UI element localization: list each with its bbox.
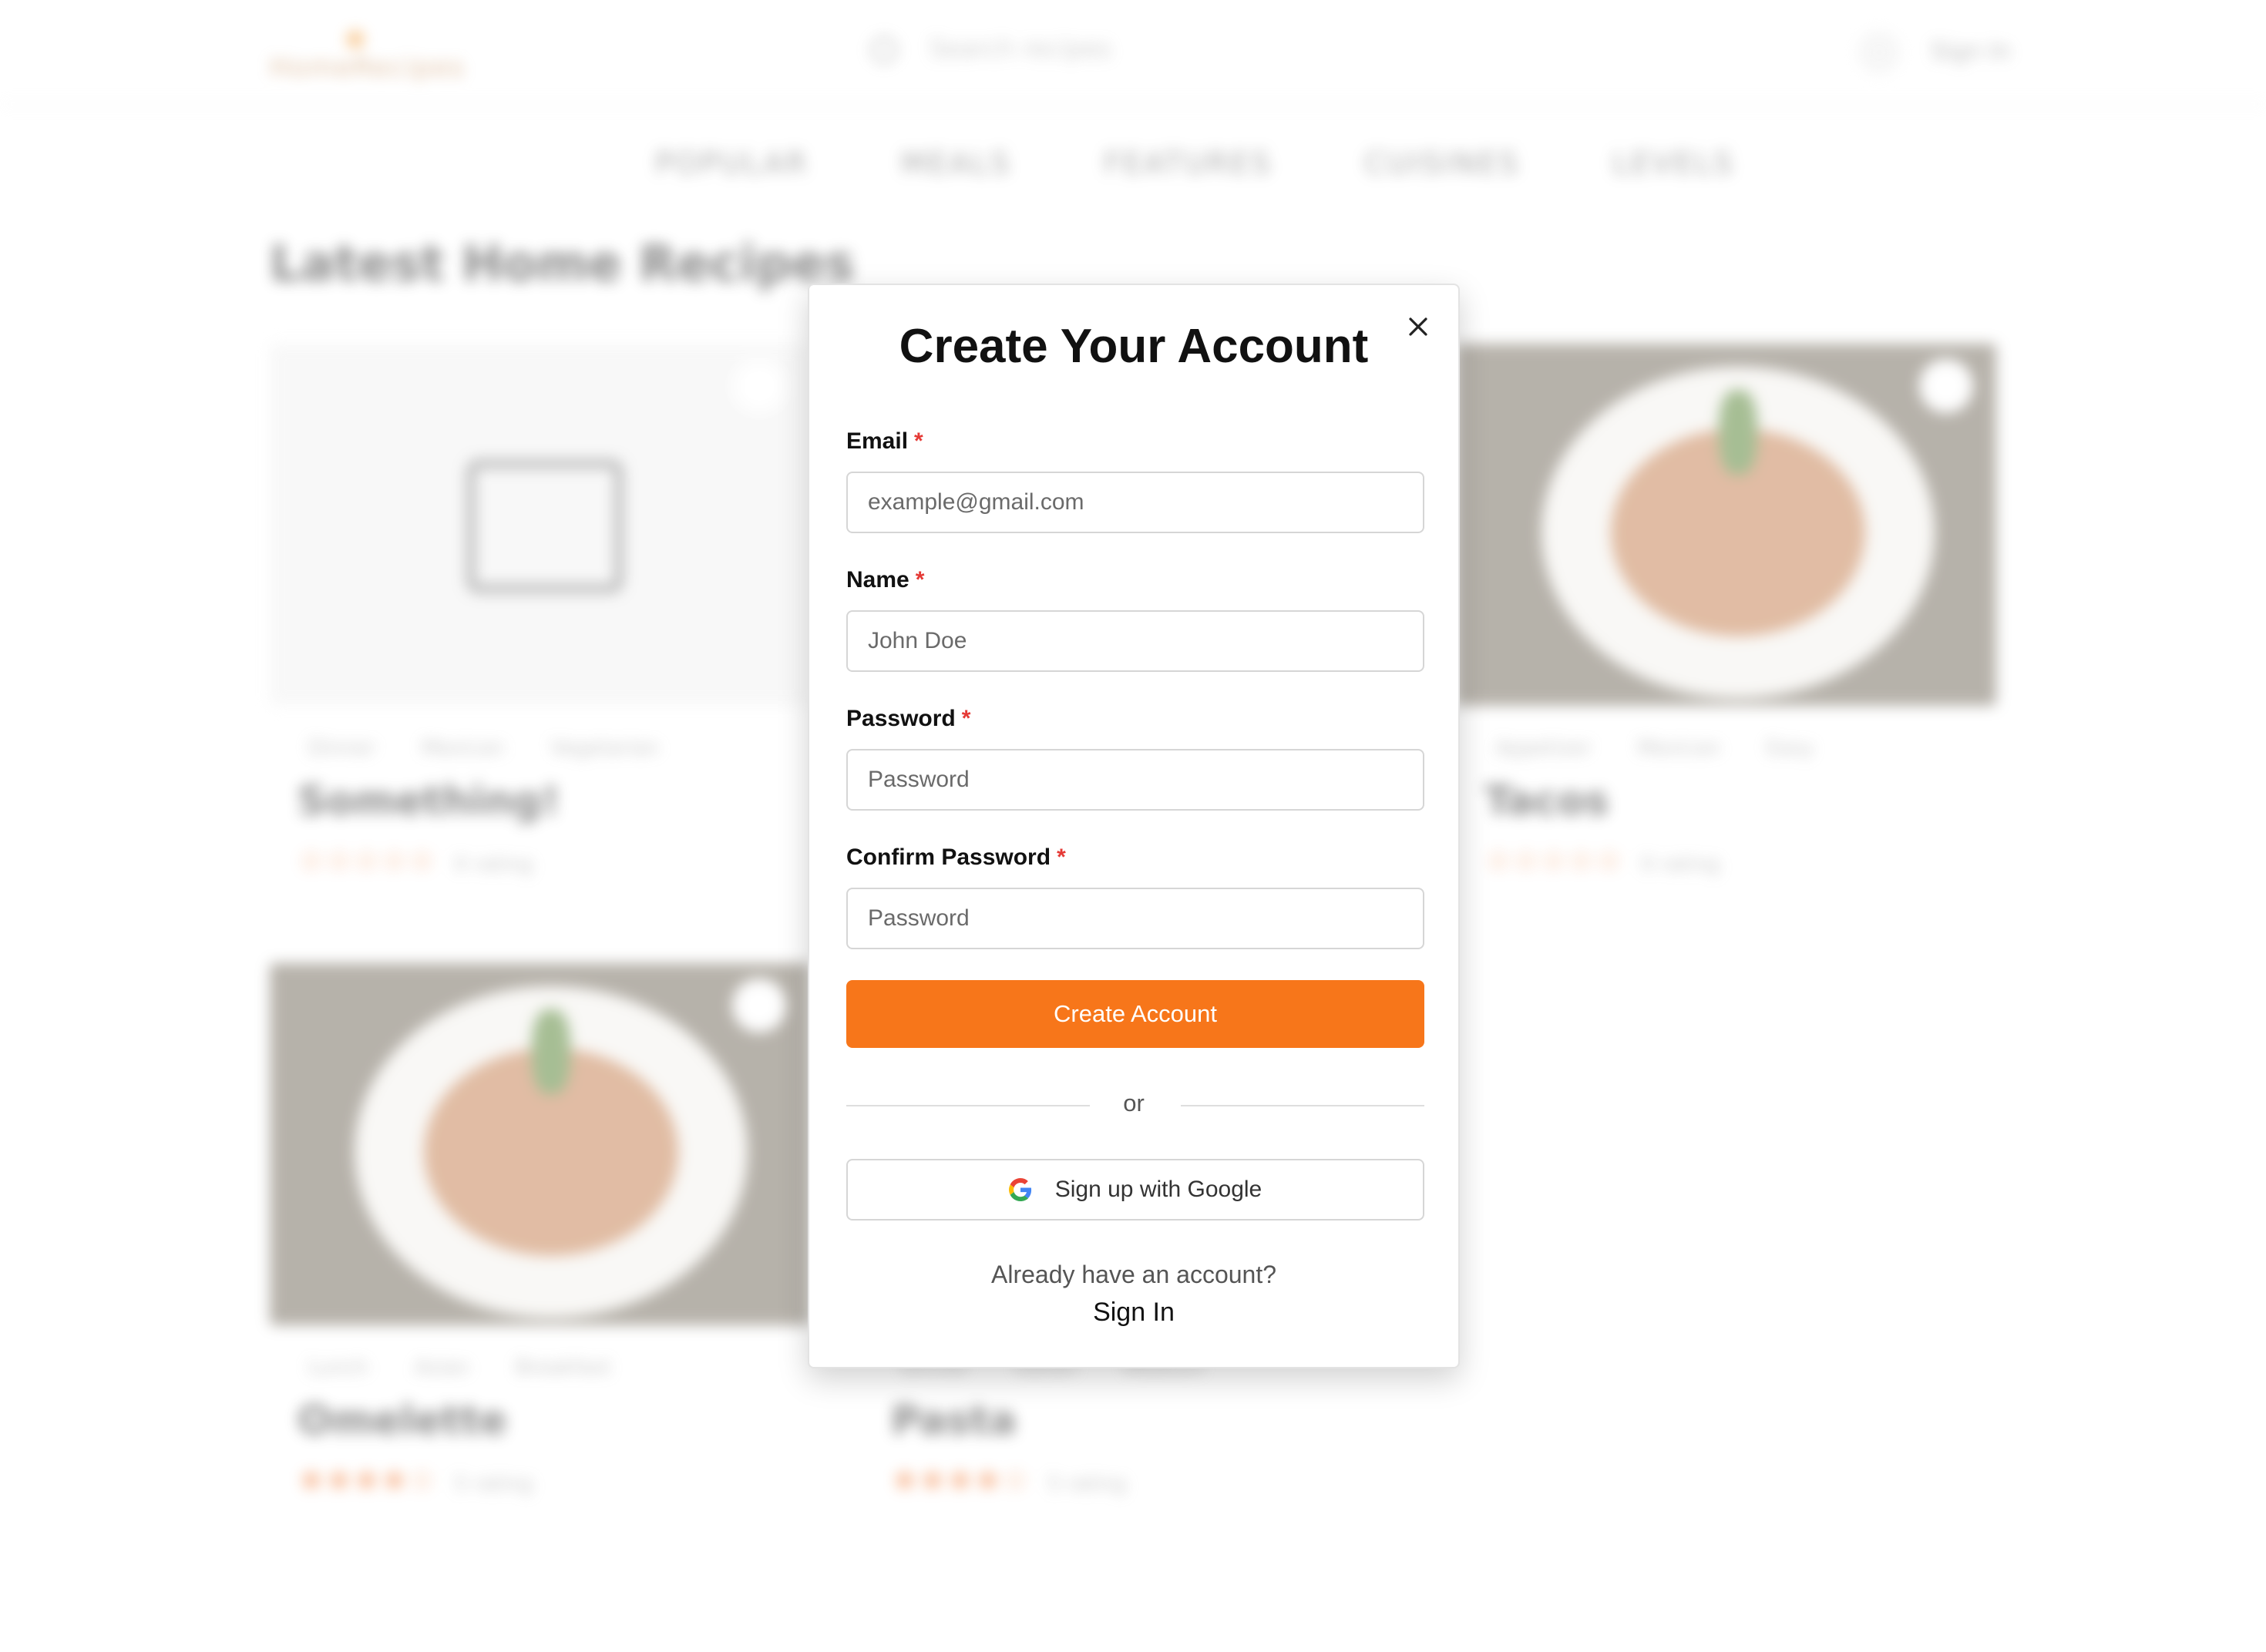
password-label: Password * — [846, 706, 971, 731]
signin-prompt: Already have an account? — [990, 1261, 1277, 1288]
recipe-card: Appetizer Mexican Easy Tacos ☆☆☆☆☆ 0 rati… — [1457, 344, 1996, 878]
recipe-rating: ★★★★☆ 5 rating — [298, 1462, 533, 1498]
email-field[interactable] — [846, 472, 1424, 533]
search-icon — [871, 37, 897, 63]
site-logo: HomeRecipes — [270, 31, 464, 85]
nav-item: POPULAR — [655, 146, 809, 180]
recipe-rating: ☆☆☆☆☆ 0 rating — [1484, 843, 1720, 878]
recipe-title: Omelette — [298, 1398, 507, 1444]
nav-item: LEVELS — [1612, 146, 1735, 180]
google-signup-button[interactable]: Sign up with Google — [846, 1159, 1424, 1221]
name-label: Name * — [846, 567, 925, 593]
signin-link[interactable]: Sign In — [809, 1298, 1458, 1328]
favorite-icon — [732, 979, 786, 1032]
recipe-title: Tacos — [1484, 778, 1609, 824]
user-icon — [1858, 31, 1901, 74]
nav-item: MEALS — [901, 146, 1012, 180]
recipe-card: Lunch Asian Breakfast Omelette ★★★★☆ 5 ra… — [270, 963, 809, 1498]
password-field[interactable] — [846, 749, 1424, 811]
required-marker: * — [1057, 844, 1066, 870]
divider-or-text: or — [1123, 1090, 1145, 1116]
email-label: Email * — [846, 428, 923, 454]
recipe-title: Pasta — [891, 1398, 1017, 1444]
recipe-rating: ★★★★☆ 5 rating — [891, 1462, 1127, 1498]
confirm-password-field[interactable] — [846, 888, 1424, 949]
category-nav: POPULAR MEALS FEATURES CUISINES LEVELS — [655, 146, 1733, 180]
name-field[interactable] — [846, 610, 1424, 672]
required-marker: * — [915, 567, 925, 593]
divider-line-right — [1181, 1105, 1424, 1106]
header-user: Sign In — [1858, 31, 2010, 74]
favorite-icon — [1919, 359, 1973, 413]
create-account-modal: Create Your Account Email* Name* Passwor… — [808, 284, 1460, 1368]
page-heading: Latest Home Recipes — [270, 236, 855, 293]
site-header: HomeRecipes Search recipes Sign In — [0, 0, 2266, 105]
modal-title: Create Your Account — [899, 320, 1369, 373]
nav-item: FEATURES — [1104, 146, 1273, 180]
required-marker: * — [914, 428, 923, 454]
nav-item: CUISINES — [1364, 146, 1521, 180]
favorite-icon — [732, 359, 786, 413]
image-placeholder-icon — [466, 459, 624, 593]
create-account-button[interactable]: Create Account — [846, 980, 1424, 1048]
google-icon — [1008, 1178, 1031, 1201]
recipe-title: Something! — [298, 778, 560, 824]
confirm-password-label: Confirm Password * — [846, 844, 1066, 870]
required-marker: * — [961, 706, 971, 731]
site-search: Search recipes — [871, 34, 1272, 68]
recipe-card: Dinner Mexican Vegetarian Something! ☆☆☆… — [270, 344, 809, 878]
recipe-rating: ☆☆☆☆☆ 0 rating — [298, 843, 533, 878]
google-button-label: Sign up with Google — [1054, 1177, 1262, 1202]
